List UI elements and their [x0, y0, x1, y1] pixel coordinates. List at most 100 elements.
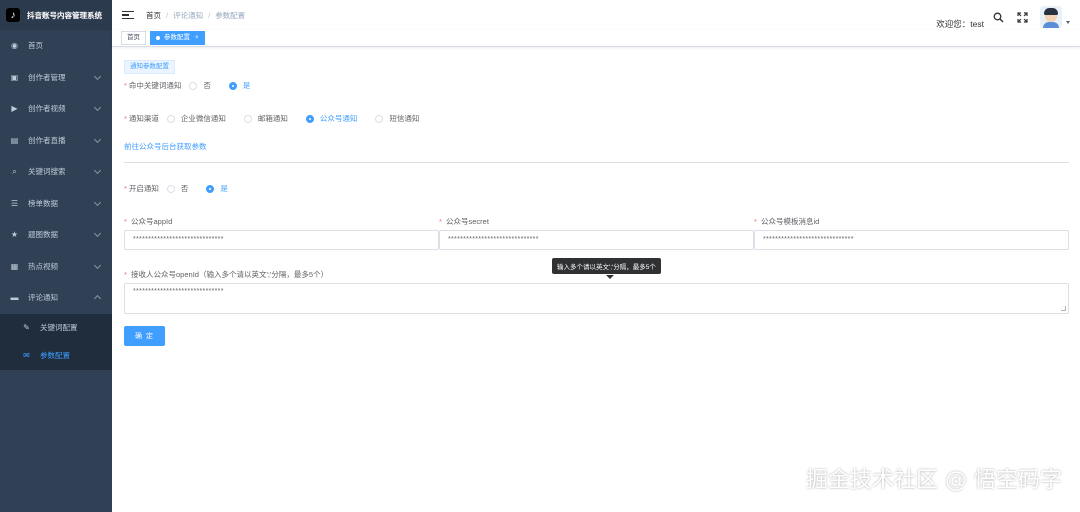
official-account-link[interactable]: 前往公众号后台获取参数 [124, 141, 207, 152]
keyword-notify-no-radio[interactable]: 否 [189, 80, 211, 91]
openid-label: * 接收人公众号openId（输入多个请以英文';'分隔，最多5个） [124, 270, 329, 279]
sidebar-item-label: 首页 [28, 41, 43, 51]
appid-label: * 公众号appId [124, 217, 173, 226]
tag-label: 参数配置 [164, 34, 190, 41]
video-icon: ▶ [11, 104, 18, 114]
sidebar: ♪ 抖音账号内容管理系统 ◉ 首页 ▣ 创作者管理 ▶ 创作者视频 ▤ 创作者直… [0, 0, 112, 512]
live-icon: ▤ [10, 135, 19, 145]
secret-input[interactable]: ****************************** [439, 230, 754, 250]
comment-icon: ▬ [10, 293, 19, 303]
breadcrumb-item-current: 参数配置 [215, 10, 246, 20]
sidebar-item-home[interactable]: ◉ 首页 [0, 30, 112, 62]
app-title: 抖音账号内容管理系统 [27, 10, 102, 20]
breadcrumb-separator: / [166, 10, 169, 20]
sidebar-item-label: 创作者视频 [28, 104, 66, 114]
sidebar-item-hot-video[interactable]: ▦ 热点视频 [0, 251, 112, 283]
sidebar-item-creator-video[interactable]: ▶ 创作者视频 [0, 93, 112, 125]
sidebar-item-label: 参数配置 [40, 351, 70, 360]
welcome-text: 欢迎您：test [936, 19, 984, 29]
chevron-down-icon [93, 103, 102, 112]
resize-handle-icon[interactable] [1061, 306, 1066, 311]
channel-label: 通知渠道 [128, 114, 159, 123]
openid-textarea[interactable]: ****************************** [124, 283, 1069, 314]
main-area: 首页 / 评论通知 / 参数配置 欢迎您：test 首页 参数配置 × 通知参数… [112, 0, 1080, 512]
breadcrumb-item-comment-notify: 评论通知 [173, 10, 204, 20]
enable-row: * 开启通知 否 是 [124, 183, 246, 194]
dashboard-icon: ◉ [11, 41, 18, 51]
channel-sms-radio[interactable]: 短信通知 [375, 113, 419, 124]
creator-manage-icon: ▣ [10, 72, 19, 82]
hot-icon: ▦ [10, 261, 19, 271]
tiktok-logo-icon: ♪ [6, 8, 20, 22]
section-tag: 通知参数配置 [124, 60, 175, 74]
watermark: 掘金技术社区 @ 悟空码字 [806, 468, 1062, 493]
keyword-notify-yes-radio[interactable]: 是 [228, 80, 250, 91]
sidebar-item-label: 评论通知 [28, 293, 58, 303]
chevron-down-icon [93, 135, 102, 143]
sidebar-item-label: 关键词搜索 [28, 167, 66, 177]
star-icon: ★ [10, 230, 19, 240]
hamburger-icon[interactable] [122, 10, 134, 20]
sidebar-item-creator-manage[interactable]: ▣ 创作者管理 [0, 62, 112, 94]
tooltip: 输入多个请以英文';'分隔，最多5个 [552, 258, 661, 274]
channel-wecom-radio[interactable]: 企业微信通知 [166, 113, 226, 124]
caret-down-icon[interactable] [1066, 20, 1070, 24]
required-mark: * [124, 114, 127, 123]
tags-view: 首页 参数配置 × [112, 30, 1080, 47]
sidebar-item-label: 创作者直播 [28, 135, 66, 145]
divider [124, 162, 1069, 163]
sidebar-item-keyword-config[interactable]: ✎ 关键词配置 [0, 314, 112, 342]
sidebar-item-comment-notify[interactable]: ▬ 评论通知 [0, 282, 112, 314]
sidebar-menu: ◉ 首页 ▣ 创作者管理 ▶ 创作者视频 ▤ 创作者直播 ⌕ 关键词搜索 ☰ 榜… [0, 30, 112, 314]
secret-label: * 公众号secret [439, 217, 489, 226]
channel-email-radio[interactable]: 邮箱通知 [243, 113, 288, 124]
sidebar-item-label: 榜单数据 [28, 198, 58, 208]
openid-value: ****************************** [133, 288, 224, 295]
enable-yes-radio[interactable]: 是 [206, 183, 228, 194]
sidebar-item-creator-live[interactable]: ▤ 创作者直播 [0, 125, 112, 157]
sidebar-item-param-config[interactable]: ✉ 参数配置 [0, 342, 112, 370]
right-menu: 欢迎您：test [936, 4, 1070, 30]
template-id-label: * 公众号模板消息id [754, 217, 820, 226]
sidebar-item-label: 热点视频 [28, 261, 58, 271]
required-mark: * [124, 184, 127, 193]
sidebar-item-label: 创作者管理 [28, 72, 66, 82]
submit-button[interactable]: 确 定 [124, 326, 165, 346]
search-icon[interactable] [992, 11, 1004, 23]
channel-official-account-radio[interactable]: 公众号通知 [305, 113, 357, 124]
sidebar-submenu: ✎ 关键词配置 ✉ 参数配置 [0, 313, 112, 370]
chevron-down-icon [93, 166, 102, 175]
required-mark: * [124, 81, 127, 90]
breadcrumb-item-home[interactable]: 首页 [146, 10, 161, 21]
keyword-notify-row: * 命中关键词通知 否 是 [124, 80, 268, 91]
breadcrumb: 首页 / 评论通知 / 参数配置 [146, 10, 245, 21]
list-icon: ☰ [10, 198, 19, 208]
channel-row: * 通知渠道 企业微信通知 邮箱通知 公众号通知 短信通知 [124, 113, 437, 124]
sidebar-item-label: 关键词配置 [40, 323, 78, 332]
enable-label: 开启通知 [128, 184, 159, 193]
active-dot-icon [156, 36, 160, 40]
sidebar-item-topic-data[interactable]: ★ 题图数据 [0, 219, 112, 251]
chevron-down-icon [93, 229, 102, 238]
breadcrumb-separator: / [208, 10, 211, 20]
search-icon: ⌕ [12, 166, 17, 176]
close-icon[interactable]: × [195, 32, 199, 44]
template-id-input[interactable]: ****************************** [754, 230, 1069, 250]
enable-no-radio[interactable]: 否 [166, 183, 188, 194]
avatar[interactable] [1040, 6, 1062, 28]
sidebar-item-label: 题图数据 [28, 230, 58, 240]
keyword-config-icon: ✎ [23, 323, 30, 332]
navbar: 首页 / 评论通知 / 参数配置 欢迎您：test [112, 0, 1080, 30]
param-config-icon: ✉ [23, 351, 30, 360]
chevron-down-icon [93, 72, 102, 80]
sidebar-item-keyword-search[interactable]: ⌕ 关键词搜索 [0, 156, 112, 188]
brand[interactable]: ♪ 抖音账号内容管理系统 [0, 0, 112, 30]
appid-input[interactable]: ****************************** [124, 230, 439, 250]
chevron-down-icon [93, 261, 102, 269]
chevron-down-icon [93, 198, 102, 206]
sidebar-item-ranking[interactable]: ☰ 榜单数据 [0, 188, 112, 220]
tag-param-config[interactable]: 参数配置 × [150, 31, 205, 45]
tag-home[interactable]: 首页 [121, 31, 146, 45]
keyword-notify-label: 命中关键词通知 [128, 81, 182, 90]
fullscreen-icon[interactable] [1016, 11, 1028, 23]
